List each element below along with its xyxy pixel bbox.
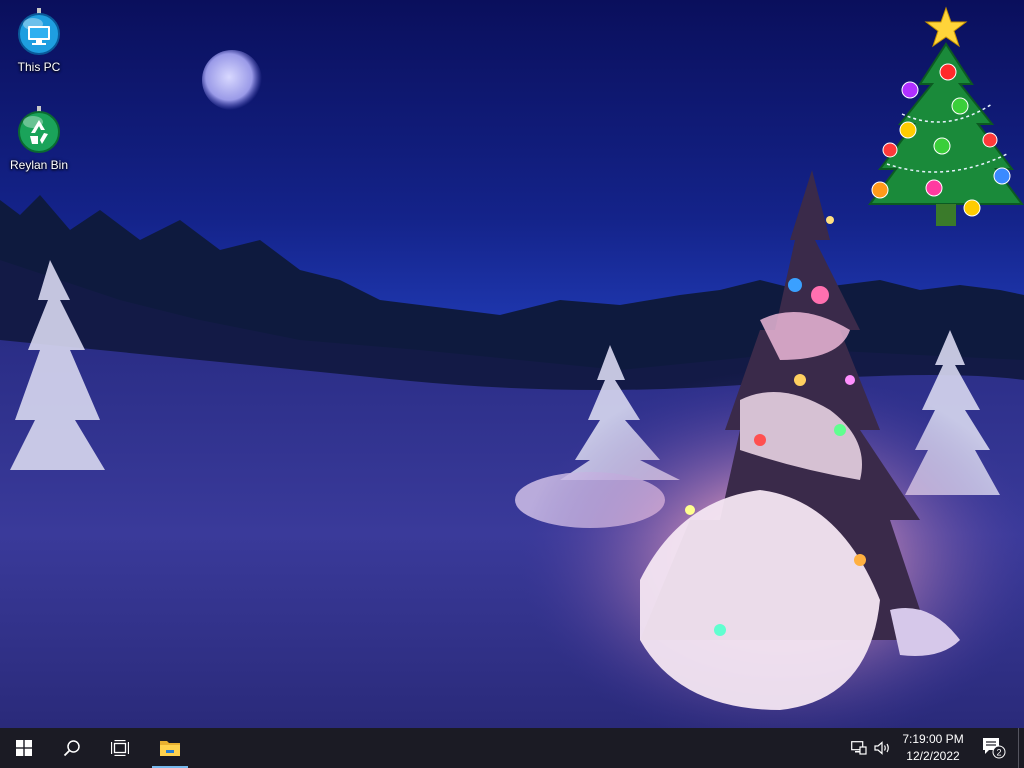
desktop-icon-this-pc[interactable]: This PC xyxy=(1,8,77,74)
windows-logo-icon xyxy=(16,740,32,756)
system-clock[interactable]: 7:19:00 PM 12/2/2022 xyxy=(894,728,972,768)
christmas-tree-icon[interactable] xyxy=(852,4,1024,240)
taskbar: 7:19:00 PM 12/2/2022 2 xyxy=(0,728,1024,768)
notification-count: 2 xyxy=(996,748,1001,758)
network-icon xyxy=(851,741,867,755)
file-explorer-icon xyxy=(160,741,180,756)
this-pc-icon xyxy=(18,8,60,55)
search-icon xyxy=(63,740,80,757)
notification-icon: 2 xyxy=(983,738,1006,759)
task-view-icon xyxy=(111,740,129,756)
volume-tray[interactable] xyxy=(872,728,894,768)
recycle-bin-icon xyxy=(18,106,60,153)
search-button[interactable] xyxy=(48,728,96,768)
start-button[interactable] xyxy=(0,728,48,768)
desktop-icon-recycle-bin[interactable]: Reylan Bin xyxy=(1,106,77,172)
file-explorer-button[interactable] xyxy=(146,728,194,768)
volume-icon xyxy=(874,741,889,755)
task-view-button[interactable] xyxy=(96,728,144,768)
desktop-icon-label: Reylan Bin xyxy=(9,158,69,172)
show-desktop-button[interactable] xyxy=(1018,728,1024,768)
clock-time: 7:19:00 PM xyxy=(902,732,964,746)
desktop-icon-label: This PC xyxy=(17,60,61,74)
network-tray[interactable] xyxy=(848,728,870,768)
clock-date: 12/2/2022 xyxy=(906,749,960,763)
action-center-button[interactable]: 2 xyxy=(976,728,1012,768)
